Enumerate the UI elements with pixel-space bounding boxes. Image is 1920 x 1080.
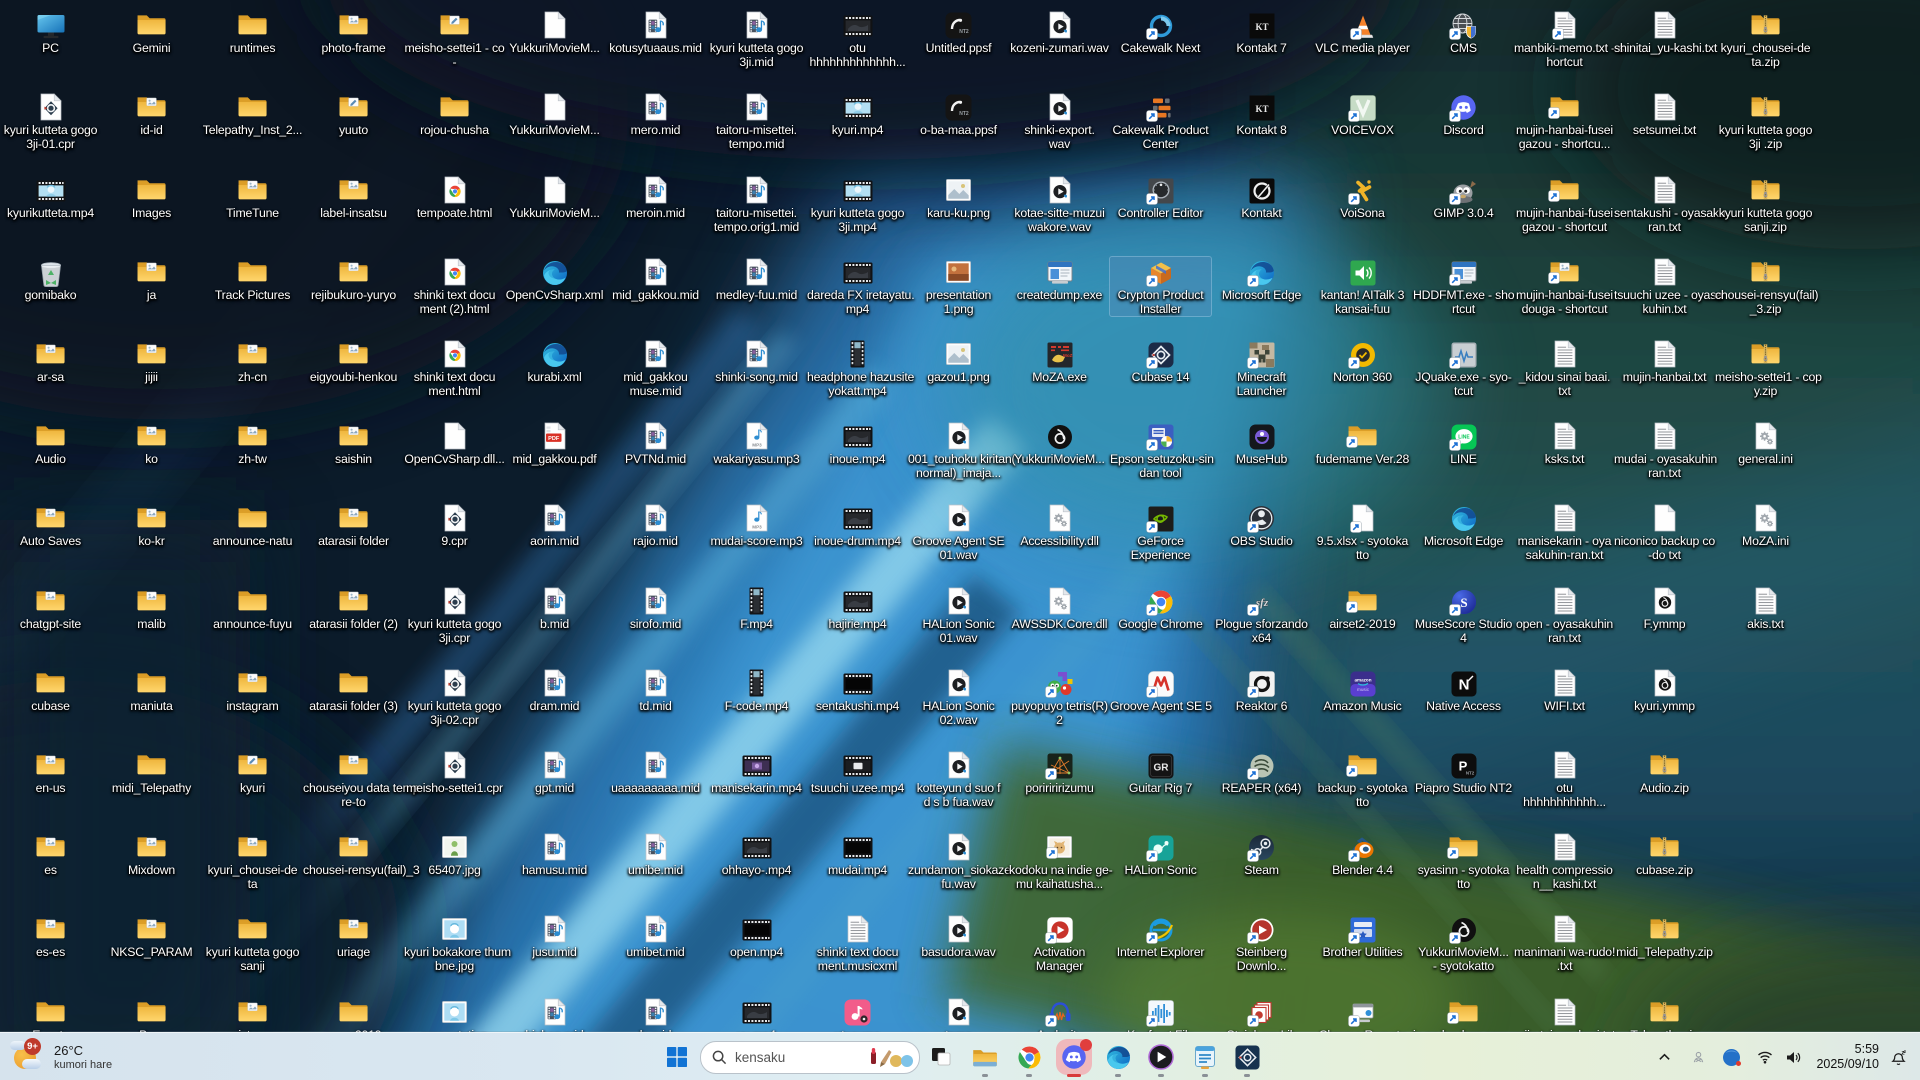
svg-text:z: z bbox=[1904, 1049, 1907, 1054]
